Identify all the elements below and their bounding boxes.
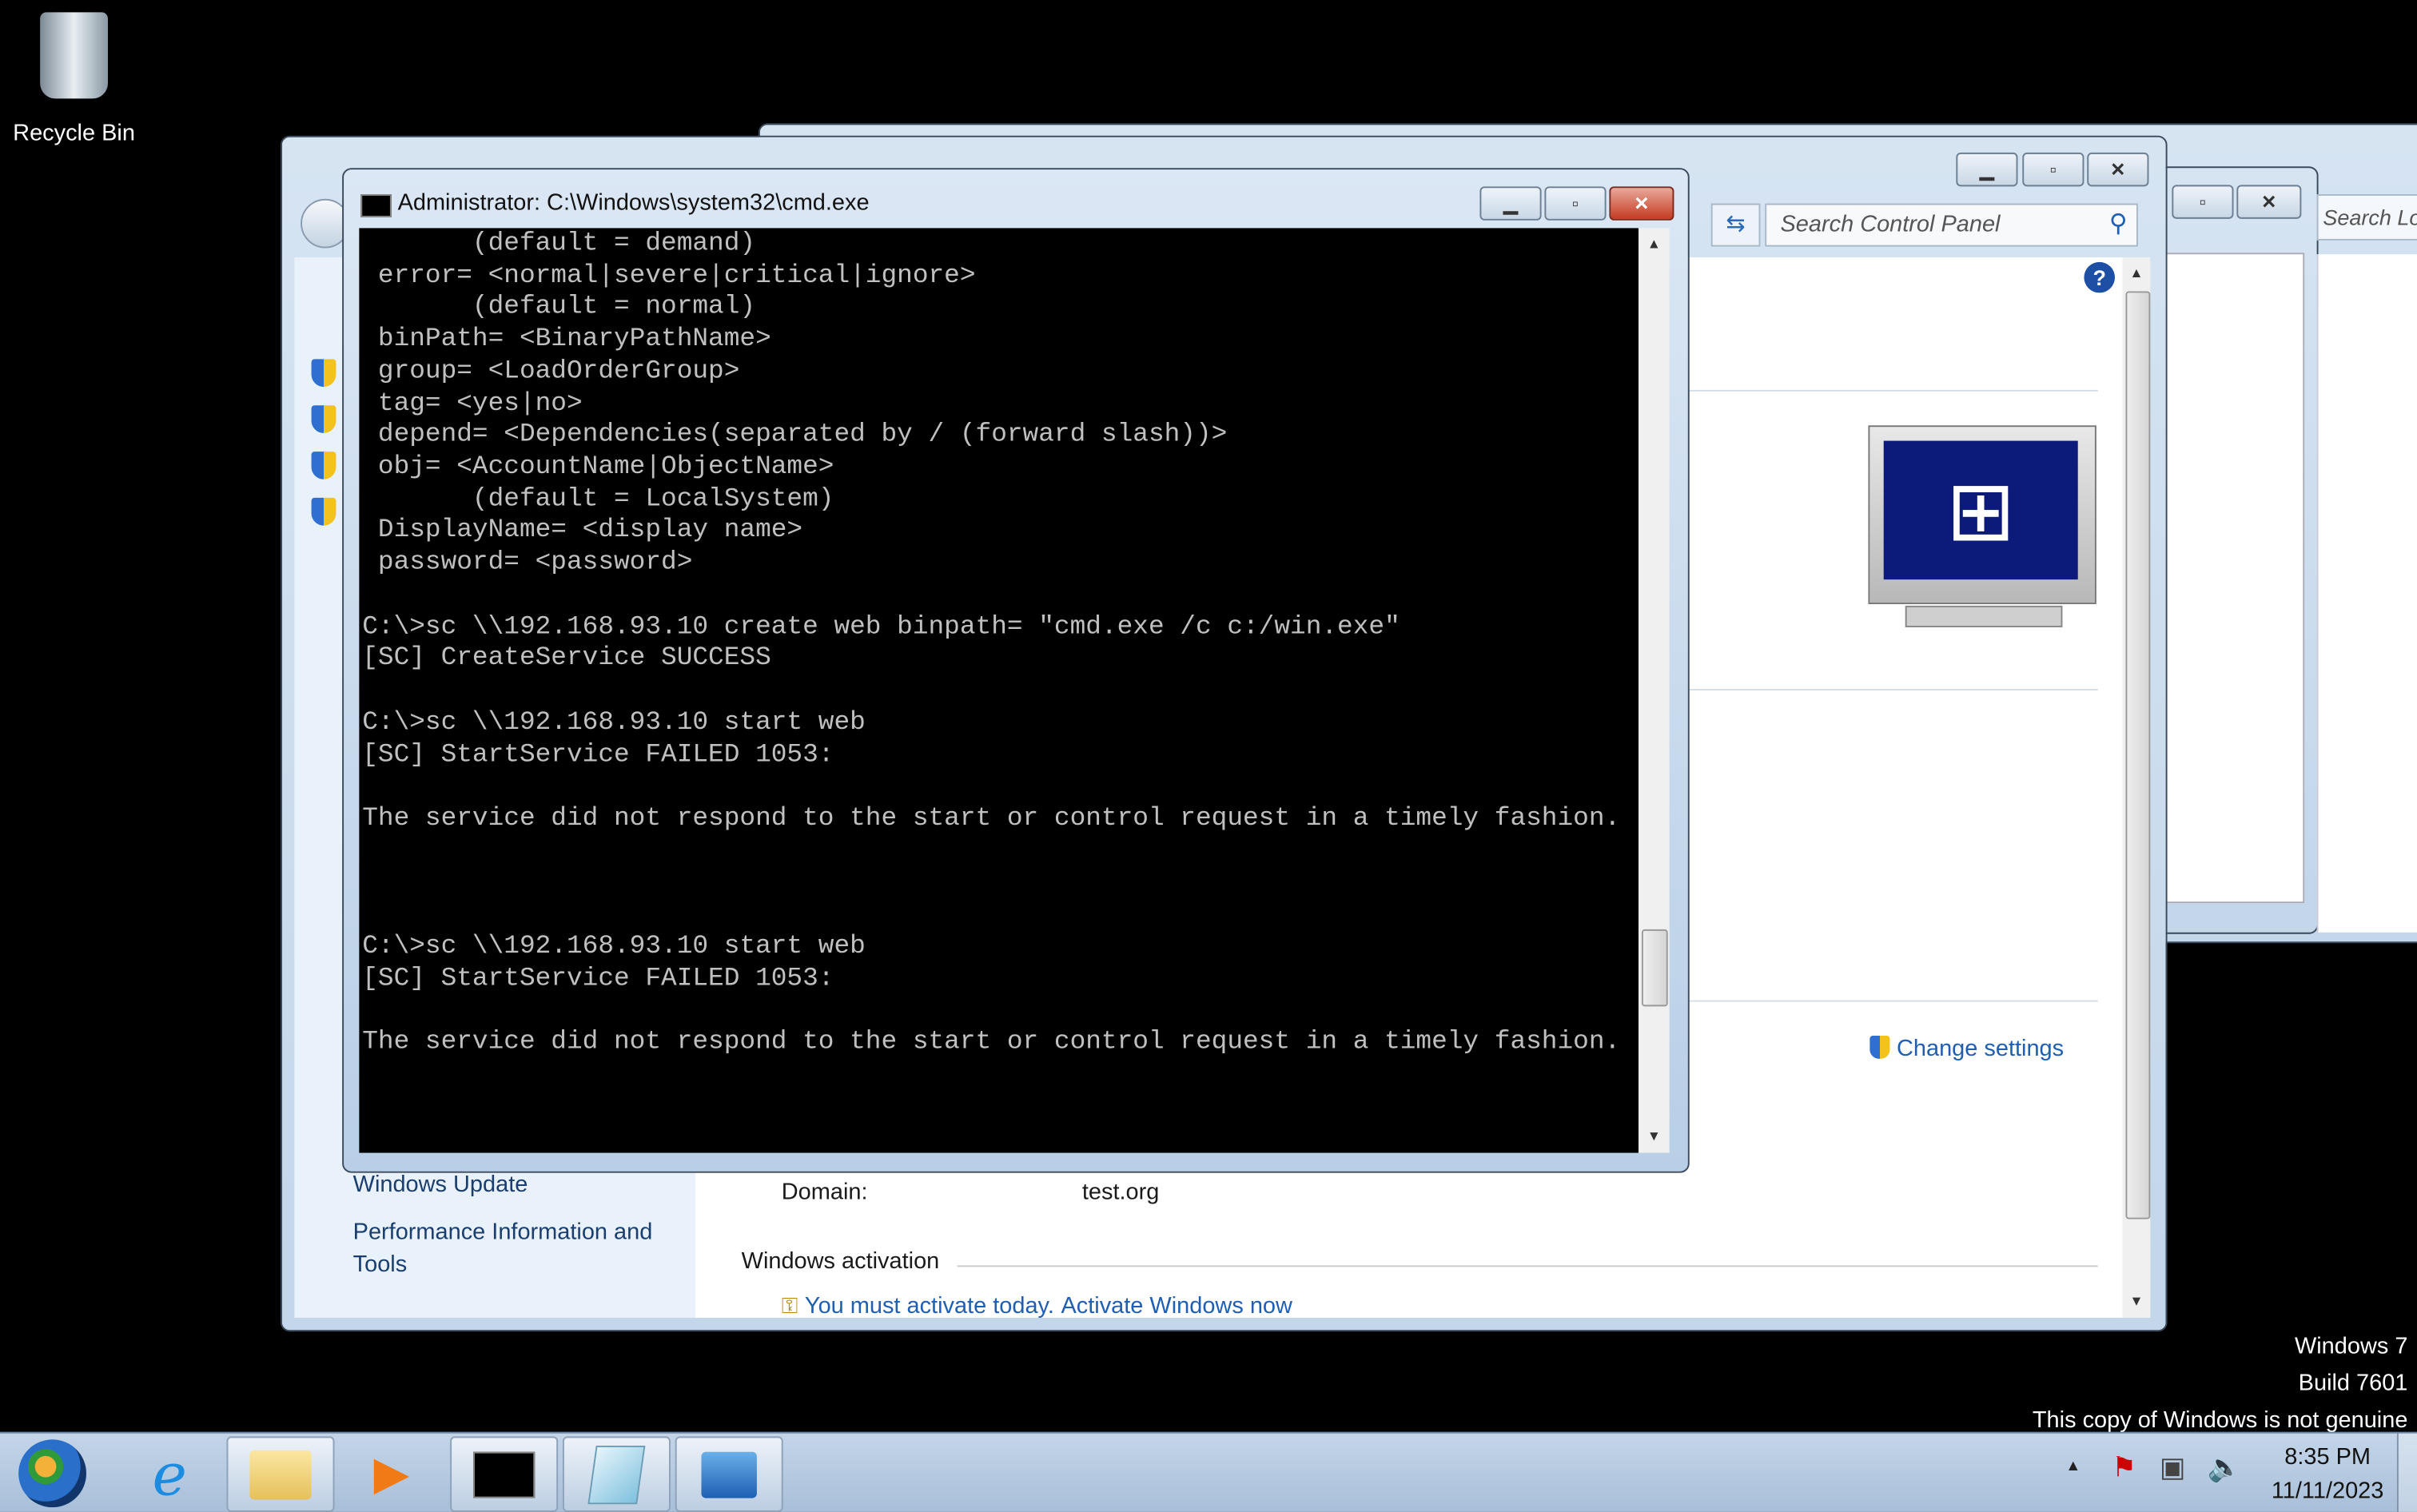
recycle-bin-label: Recycle Bin [13, 120, 135, 147]
close-button[interactable]: ✕ [1609, 186, 1674, 221]
media-player-icon: ▶ [373, 1448, 410, 1500]
search-icon[interactable]: ⚲ [2109, 208, 2128, 239]
terminal-line: (default = demand) [362, 229, 756, 259]
terminal-line: C:\>sc \\192.168.93.10 start web [362, 932, 866, 962]
shield-icon [311, 405, 336, 433]
action-center-icon[interactable]: ⚑ [2112, 1452, 2136, 1484]
terminal-text: (default = demand) error= <normal|severe… [359, 229, 1639, 1060]
volume-icon[interactable]: 🔈 [2208, 1452, 2242, 1484]
shield-icon [311, 452, 336, 479]
search-control-panel-input[interactable]: Search Control Panel ⚲ [1765, 203, 2138, 247]
shield-icon [311, 497, 336, 526]
genuine-watermark: Windows 7 Build 7601 This copy of Window… [2032, 1333, 2408, 1434]
terminal-line: obj= <AccountName|ObjectName> [362, 453, 834, 483]
control-panel-icon [701, 1450, 757, 1498]
local-disk-window-search[interactable]: Search Local Di [2316, 193, 2417, 241]
recycle-bin-desktop-icon[interactable]: Recycle Bin [6, 10, 142, 149]
scrollbar-thumb[interactable] [1641, 929, 1668, 1007]
activate-windows-link[interactable]: Activate Windows now [1061, 1293, 1292, 1319]
folder-icon [249, 1449, 312, 1499]
internet-explorer-icon: e [152, 1440, 187, 1509]
refresh-button[interactable]: ⇆ [1710, 203, 1761, 247]
terminal-line: [SC] StartService FAILED 1053: [362, 740, 834, 770]
main-scrollbar[interactable]: ▲ ▼ [2122, 257, 2151, 1318]
taskbar-internet-explorer[interactable]: e [116, 1436, 224, 1512]
close-button[interactable]: ✕ [2087, 152, 2149, 187]
sidebar-link-windows-update[interactable]: Windows Update [353, 1172, 528, 1198]
cmd-window-title: Administrator: C:\Windows\system32\cmd.e… [397, 189, 870, 216]
terminal-line: binPath= <BinaryPathName> [362, 325, 771, 355]
minimize-button[interactable]: ▁ [1479, 186, 1542, 221]
taskbar: e ▶ ▲ ⚑ ▣ 🔈 8:35 PM 11/11/2023 [0, 1431, 2417, 1512]
scrollbar-thumb[interactable] [2125, 291, 2151, 1220]
domain-value: test.org [1081, 1179, 1160, 1206]
terminal-line: tag= <yes|no> [362, 389, 583, 419]
terminal-line: DisplayName= <display name> [362, 516, 803, 547]
change-settings-link[interactable]: Change settings [1869, 1035, 2064, 1064]
close-button[interactable]: ✕ [2236, 185, 2302, 219]
terminal-output[interactable]: (default = demand) error= <normal|severe… [359, 228, 1639, 1153]
sidebar-link-performance[interactable]: Performance Information and Tools [353, 1216, 677, 1281]
terminal-line: password= <password> [362, 548, 693, 579]
windows-activation-heading: Windows activation [741, 1248, 940, 1275]
maximize-button[interactable]: ▫ [2022, 152, 2085, 187]
taskbar-control-panel[interactable] [675, 1436, 783, 1512]
cmd-icon [473, 1450, 536, 1498]
taskbar-windows-explorer[interactable] [226, 1436, 335, 1512]
terminal-line: C:\>sc \\192.168.93.10 create web binpat… [362, 612, 1400, 643]
terminal-line: error= <normal|severe|critical|ignore> [362, 261, 976, 291]
recycle-bin-icon [40, 12, 108, 99]
terminal-line: (default = LocalSystem) [362, 485, 834, 515]
start-button[interactable] [18, 1439, 86, 1508]
shield-icon [1869, 1035, 1890, 1059]
maximize-button[interactable]: ▫ [2172, 185, 2234, 219]
terminal-scrollbar[interactable]: ▲ ▼ [1639, 228, 1670, 1153]
terminal-line: The service did not respond to the start… [362, 804, 1621, 834]
minimize-button[interactable]: ▁ [1956, 152, 2018, 187]
activation-status: ⚿ You must activate today. Activate Wind… [781, 1293, 1292, 1319]
notepad-icon [587, 1445, 646, 1504]
taskbar-media-player[interactable]: ▶ [337, 1436, 445, 1512]
show-hidden-icons-button[interactable]: ▲ [2065, 1458, 2081, 1474]
maximize-button[interactable]: ▫ [1544, 186, 1607, 221]
terminal-line: [SC] StartService FAILED 1053: [362, 964, 834, 994]
cmd-window[interactable]: Administrator: C:\Windows\system32\cmd.e… [342, 168, 1690, 1173]
terminal-line: depend= <Dependencies(separated by / (fo… [362, 421, 1228, 451]
help-icon[interactable]: ? [2084, 261, 2115, 293]
key-icon: ⚿ [781, 1293, 798, 1318]
windows-logo-monitor: ⊞ [1868, 425, 2096, 604]
shield-icon [311, 359, 336, 388]
terminal-line: group= <LoadOrderGroup> [362, 357, 740, 387]
taskbar-notepad[interactable] [562, 1436, 671, 1512]
terminal-line: The service did not respond to the start… [362, 1028, 1621, 1057]
terminal-line: [SC] CreateService SUCCESS [362, 644, 771, 674]
cmd-icon [360, 193, 392, 217]
terminal-line: (default = normal) [362, 293, 756, 323]
clock[interactable]: 8:35 PM 11/11/2023 [2251, 1441, 2405, 1509]
domain-label: Domain: [781, 1179, 868, 1206]
terminal-line: C:\>sc \\192.168.93.10 start web [362, 708, 866, 738]
taskbar-cmd[interactable] [450, 1436, 559, 1512]
network-icon[interactable]: ▣ [2160, 1452, 2186, 1484]
show-desktop-button[interactable] [2396, 1433, 2417, 1512]
